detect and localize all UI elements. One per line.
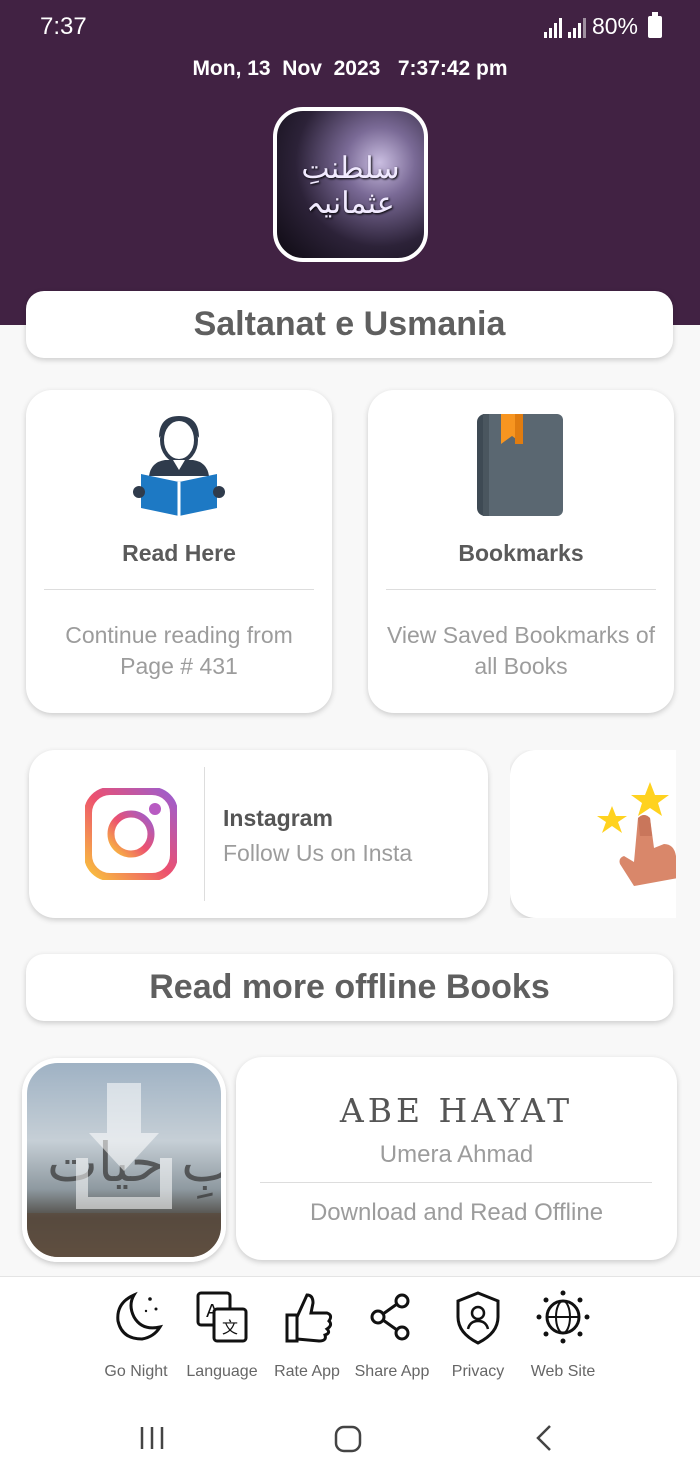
book-thumbnail[interactable]: آبِ حیات xyxy=(22,1058,226,1262)
book-title-logo: ABE HAYAT xyxy=(339,1091,574,1130)
more-books-title: Read more offline Books xyxy=(149,968,550,1006)
rate-app-button[interactable]: Rate App xyxy=(262,1289,352,1381)
back-icon[interactable] xyxy=(532,1424,556,1452)
book-info-card[interactable]: ABE HAYAT Umera Ahmad Download and Read … xyxy=(236,1057,677,1260)
status-time: 7:37 xyxy=(40,13,87,40)
go-night-button[interactable]: Go Night xyxy=(91,1289,181,1381)
rating-stars-icon xyxy=(597,782,676,886)
status-indicators: 80% xyxy=(543,11,662,40)
download-icon: آبِ حیات xyxy=(27,1083,221,1257)
moon-icon xyxy=(116,1291,164,1341)
svg-text:文: 文 xyxy=(222,1318,238,1337)
go-night-label: Go Night xyxy=(104,1363,168,1380)
divider xyxy=(260,1182,652,1183)
header: 7:37 80% Mon, 13 Nov 2023 7:37:42 pm سلط… xyxy=(0,0,700,325)
privacy-label: Privacy xyxy=(451,1363,505,1380)
status-bar: 7:37 80% xyxy=(0,0,700,54)
instagram-card[interactable]: Instagram Follow Us on Insta xyxy=(29,750,488,918)
divider xyxy=(44,589,314,590)
book-icon xyxy=(477,414,563,516)
shield-user-icon xyxy=(456,1291,500,1345)
translate-icon: A 文 xyxy=(196,1291,248,1343)
app-logo: سلطنتِ عثمانیہ xyxy=(273,107,428,262)
instagram-icon xyxy=(85,788,177,880)
share-icon xyxy=(370,1293,410,1341)
app-title-card: Saltanat e Usmania xyxy=(26,291,673,358)
privacy-button[interactable]: Privacy xyxy=(433,1289,523,1381)
divider xyxy=(204,767,205,901)
logo-text: سلطنتِ عثمانیہ xyxy=(301,151,400,221)
home-icon[interactable] xyxy=(333,1424,363,1454)
language-button[interactable]: A 文 Language xyxy=(177,1289,267,1381)
battery-percent: 80% xyxy=(591,13,638,39)
divider xyxy=(386,589,656,590)
signal-icon xyxy=(543,16,562,38)
web-site-label: Web Site xyxy=(530,1363,596,1380)
instagram-title: Instagram xyxy=(223,805,333,831)
share-app-button[interactable]: Share App xyxy=(347,1289,437,1381)
read-here-subtitle: Continue reading from Page # 431 xyxy=(65,622,293,679)
web-site-button[interactable]: Web Site xyxy=(518,1289,608,1381)
bookmarks-tile[interactable]: Bookmarks View Saved Bookmarks of all Bo… xyxy=(368,390,674,713)
rate-app-label: Rate App xyxy=(274,1363,340,1380)
instagram-subtitle: Follow Us on Insta xyxy=(223,840,413,866)
globe-icon xyxy=(536,1290,590,1344)
bookmarks-subtitle: View Saved Bookmarks of all Books xyxy=(386,622,656,679)
download-read-offline[interactable]: Download and Read Offline xyxy=(236,1199,677,1227)
rate-card[interactable] xyxy=(510,750,676,918)
battery-icon xyxy=(648,11,662,38)
rate-card-clip xyxy=(510,750,676,918)
date-time: Mon, 13 Nov 2023 7:37:42 pm xyxy=(192,57,508,80)
more-books-header: Read more offline Books xyxy=(26,954,673,1021)
book-author: Umera Ahmad xyxy=(379,1141,534,1168)
system-nav-bar xyxy=(0,1400,700,1478)
reader-icon xyxy=(133,416,225,516)
language-label: Language xyxy=(186,1363,258,1380)
share-app-label: Share App xyxy=(354,1363,430,1380)
recent-apps-icon[interactable] xyxy=(138,1424,166,1452)
read-here-title: Read Here xyxy=(122,540,236,566)
thumbs-up-icon xyxy=(285,1293,333,1343)
read-here-tile[interactable]: Read Here Continue reading from Page # 4… xyxy=(26,390,332,713)
signal-icon xyxy=(567,16,586,38)
app-title: Saltanat e Usmania xyxy=(193,305,506,343)
bookmarks-title: Bookmarks xyxy=(458,540,584,566)
